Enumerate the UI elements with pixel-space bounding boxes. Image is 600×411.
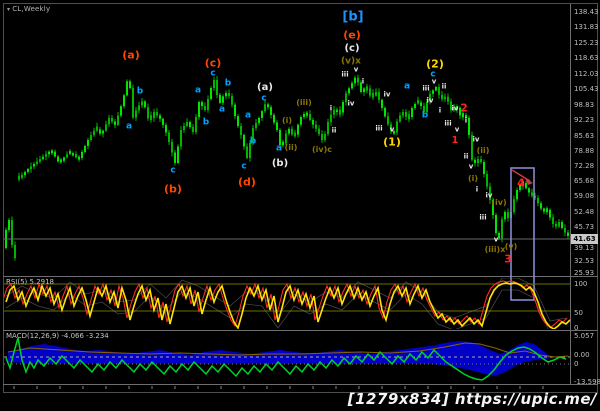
macd-tick: 5.057 [574, 332, 595, 340]
chart-window: ▾ CL,Weekly RSI(5) 5.2918 MACD(12,26,9) -… [0, 0, 600, 411]
wave-label: iii [422, 84, 430, 93]
wave-label: v [493, 235, 499, 244]
wave-label: iii [479, 213, 487, 222]
wave-label: v [389, 125, 395, 134]
rsi-tick: 50 [574, 309, 583, 317]
macd-tick: -13.598 [574, 378, 600, 386]
price-tick: 125.23 [574, 39, 599, 47]
wave-label: i [329, 104, 333, 113]
watermark: [1279x834] https://upic.me/ [347, 390, 597, 408]
wave-label: (iv)c [311, 145, 333, 154]
price-tick: 98.83 [574, 101, 595, 109]
price-tick: 32.53 [574, 257, 595, 265]
wave-label: (a) [122, 48, 140, 62]
wave-label: a [194, 85, 202, 96]
price-tick: 52.48 [574, 208, 595, 216]
wave-label: (2) [426, 57, 444, 71]
wave-label: 3 [504, 252, 512, 266]
wave-label: a [125, 121, 133, 132]
price-tick: 112.03 [574, 70, 599, 78]
rsi-tick: 0 [574, 324, 579, 332]
wave-label: iii [375, 124, 383, 133]
chart-canvas[interactable] [0, 0, 600, 411]
wave-label: c [170, 165, 176, 176]
symbol-timeframe-label: CL,Weekly [12, 5, 51, 13]
wave-label: iv [383, 90, 391, 99]
price-tick: 72.28 [574, 162, 595, 170]
price-tick: 39.13 [574, 244, 595, 252]
wave-label: c [241, 161, 247, 172]
wave-label: iv [451, 104, 459, 113]
price-tick: 105.43 [574, 85, 599, 93]
price-tick: 78.88 [574, 147, 595, 155]
wave-label: (e) [343, 28, 361, 42]
wave-label: (v) [504, 242, 518, 251]
wave-label: [b] [342, 9, 364, 25]
wave-label: (d) [238, 175, 256, 189]
wave-label: iv [472, 135, 480, 144]
wave-label: 1 [451, 135, 459, 146]
wave-label: (iv) [491, 198, 507, 207]
wave-label: i [361, 77, 365, 86]
wave-label: (b) [271, 158, 289, 169]
wave-label: a [218, 104, 226, 115]
wave-label: a [403, 81, 411, 92]
price-tick: 118.63 [574, 54, 599, 62]
wave-label: (i) [467, 174, 479, 183]
wave-label: ii [331, 126, 337, 135]
wave-label: (a) [257, 82, 273, 93]
rsi-tick: 100 [574, 280, 588, 288]
wave-label: (iii) [296, 98, 312, 107]
macd-tick: 0.00 [574, 351, 590, 359]
wave-label: b [136, 86, 144, 97]
rsi-indicator-label: RSI(5) 5.2918 [6, 278, 55, 286]
wave-label: 4 [517, 176, 525, 190]
wave-label: ii [441, 82, 447, 91]
price-tick: 85.63 [574, 132, 595, 140]
price-tick: 92.23 [574, 116, 595, 124]
price-tick: 65.68 [574, 177, 595, 185]
wave-label: iii [341, 70, 349, 79]
wave-label: v [353, 65, 359, 74]
current-price-box: 41.63 [571, 234, 598, 244]
wave-label: ii [463, 152, 469, 161]
macd-tick: 0 [574, 360, 579, 368]
price-tick: 25.93 [574, 269, 595, 277]
price-tick: 45.73 [574, 223, 595, 231]
wave-label: v [454, 125, 460, 134]
wave-label: iv [485, 191, 493, 200]
wave-label: b [421, 110, 429, 121]
wave-label: b [224, 78, 232, 89]
wave-label: iv [426, 96, 434, 105]
wave-label: c [261, 93, 267, 104]
wave-label: 2 [460, 101, 468, 115]
wave-label: (1) [383, 135, 401, 149]
chart-title: ▾ CL,Weekly [7, 5, 50, 13]
wave-label: b [249, 136, 257, 147]
wave-label: iii [444, 119, 452, 128]
collapse-icon[interactable]: ▾ [7, 6, 10, 13]
wave-label: a [244, 110, 252, 121]
wave-label: (i) [281, 116, 293, 125]
price-tick: 138.43 [574, 8, 599, 16]
price-tick: 131.83 [574, 23, 599, 31]
wave-label: v [468, 162, 474, 171]
wave-label: iv [347, 99, 355, 108]
wave-label: v [431, 77, 437, 86]
macd-indicator-label: MACD(12,26,9) -4.066 -3.234 [6, 332, 109, 340]
wave-label: (b) [164, 182, 182, 196]
wave-label: (c) [204, 56, 222, 70]
wave-label: i [438, 106, 442, 115]
wave-label: (ii) [476, 146, 490, 155]
wave-label: (iii)x [484, 245, 506, 254]
wave-label: (ii) [284, 143, 298, 152]
wave-label: c [210, 68, 216, 79]
price-tick: 59.08 [574, 192, 595, 200]
wave-label: a [275, 143, 283, 154]
wave-label: i [475, 185, 479, 194]
wave-label: i [464, 116, 468, 125]
wave-label: b [202, 117, 210, 128]
wave-label: (c) [344, 43, 360, 54]
